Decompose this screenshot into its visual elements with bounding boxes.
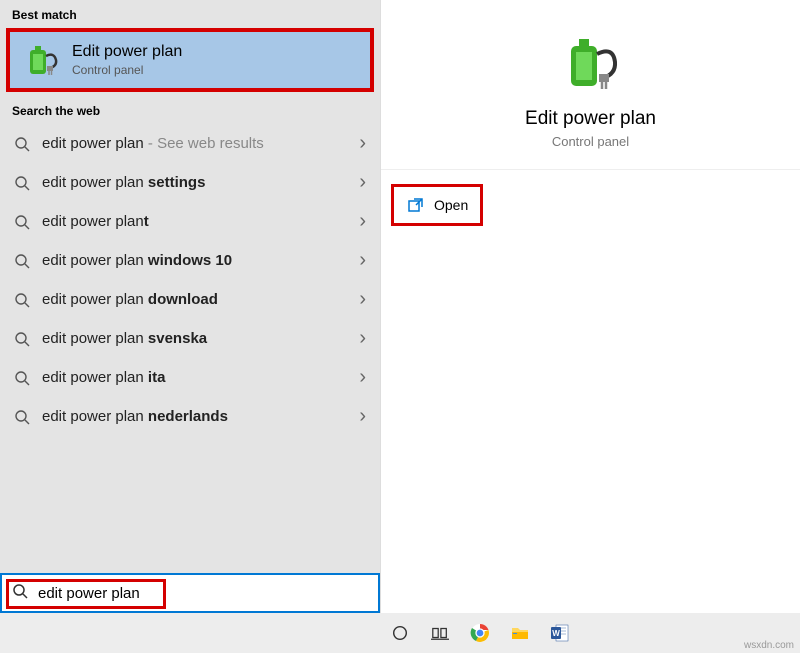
web-result-item[interactable]: edit power plan download› [0, 280, 380, 319]
chevron-right-icon: › [351, 132, 366, 155]
open-label: Open [434, 197, 468, 213]
web-result-item[interactable]: edit power plant› [0, 202, 380, 241]
web-result-text: edit power plan settings [42, 174, 351, 191]
web-result-item[interactable]: edit power plan settings› [0, 163, 380, 202]
preview-header: Edit power plan Control panel [381, 0, 800, 170]
taskbar: W [0, 613, 800, 653]
web-result-item[interactable]: edit power plan svenska› [0, 319, 380, 358]
search-icon [14, 370, 30, 386]
search-icon [14, 253, 30, 269]
best-match-text: Edit power plan Control panel [72, 43, 182, 77]
best-match-result[interactable]: Edit power plan Control panel [6, 28, 374, 92]
chevron-right-icon: › [351, 249, 366, 272]
web-result-text: edit power plan windows 10 [42, 252, 351, 269]
best-match-title: Edit power plan [72, 43, 182, 61]
battery-plug-icon-large [559, 30, 623, 94]
web-result-text: edit power plan ita [42, 369, 351, 386]
chrome-icon[interactable] [460, 613, 500, 653]
search-icon [14, 292, 30, 308]
svg-text:W: W [552, 629, 560, 638]
preview-pane: Edit power plan Control panel Open [380, 0, 800, 613]
search-icon [14, 136, 30, 152]
chevron-right-icon: › [351, 171, 366, 194]
task-view-icon[interactable] [420, 613, 460, 653]
web-result-text: edit power plan svenska [42, 330, 351, 347]
search-icon [14, 175, 30, 191]
web-result-text: edit power plant [42, 213, 351, 230]
search-icon [14, 214, 30, 230]
best-match-label: Best match [0, 0, 380, 28]
web-result-item[interactable]: edit power plan ita› [0, 358, 380, 397]
preview-title: Edit power plan [525, 108, 656, 130]
web-results-list: edit power plan - See web results›edit p… [0, 124, 380, 436]
web-result-item[interactable]: edit power plan windows 10› [0, 241, 380, 280]
chevron-right-icon: › [351, 366, 366, 389]
chevron-right-icon: › [351, 210, 366, 233]
search-results-pane: Best match Edit power plan Control panel… [0, 0, 380, 613]
web-result-text: edit power plan - See web results [42, 135, 351, 152]
web-result-item[interactable]: edit power plan - See web results› [0, 124, 380, 163]
chevron-right-icon: › [351, 405, 366, 428]
search-web-label: Search the web [0, 96, 380, 124]
search-input-bar[interactable] [0, 573, 380, 613]
word-icon[interactable]: W [540, 613, 580, 653]
search-input[interactable] [38, 585, 368, 602]
web-result-item[interactable]: edit power plan nederlands› [0, 397, 380, 436]
battery-plug-icon [24, 42, 60, 78]
web-result-text: edit power plan nederlands [42, 408, 351, 425]
file-explorer-icon[interactable] [500, 613, 540, 653]
search-icon [14, 409, 30, 425]
best-match-subtitle: Control panel [72, 63, 182, 77]
search-icon [14, 331, 30, 347]
web-result-text: edit power plan download [42, 291, 351, 308]
search-icon [12, 583, 28, 604]
chevron-right-icon: › [351, 327, 366, 350]
watermark: wsxdn.com [744, 640, 794, 651]
chevron-right-icon: › [351, 288, 366, 311]
cortana-icon[interactable] [380, 613, 420, 653]
open-button[interactable]: Open [391, 184, 483, 226]
open-icon [408, 197, 424, 213]
preview-subtitle: Control panel [552, 134, 629, 149]
